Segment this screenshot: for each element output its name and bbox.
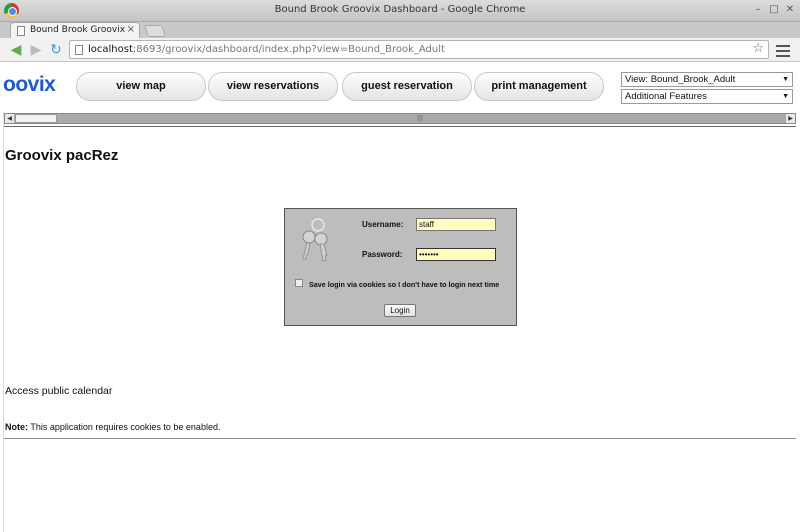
minimize-icon[interactable]: – — [752, 4, 764, 16]
address-url[interactable]: localhost:8693/groovix/dashboard/index.p… — [88, 44, 445, 55]
page-icon — [75, 45, 83, 55]
groovix-logo: oovix — [3, 73, 56, 96]
print-management-button[interactable]: print management — [474, 72, 604, 101]
footer-divider — [4, 438, 796, 439]
dropdown-arrow-icon: ▼ — [782, 93, 789, 100]
address-bar[interactable]: localhost:8693/groovix/dashboard/index.p… — [69, 40, 769, 59]
tab-strip: Bound Brook Groovix Dasł × — [0, 22, 800, 38]
window-titlebar: Bound Brook Groovix Dashboard - Google C… — [0, 0, 800, 22]
app-header: oovix view map view reservations guest r… — [0, 62, 800, 112]
guest-reservation-button[interactable]: guest reservation — [342, 72, 472, 101]
scrollbar-thumb[interactable] — [15, 114, 57, 123]
cookie-note: Note: This application requires cookies … — [5, 422, 221, 432]
keys-icon — [302, 218, 328, 262]
back-icon[interactable]: ◀ — [8, 42, 24, 58]
view-reservations-button[interactable]: view reservations — [208, 72, 338, 101]
page-favicon-icon — [17, 26, 25, 36]
login-panel: Username: staff Password: ••••••• Save l… — [284, 208, 517, 326]
browser-tab[interactable]: Bound Brook Groovix Dasł × — [10, 22, 140, 38]
chrome-menu-icon[interactable] — [776, 42, 790, 58]
dropdown-arrow-icon: ▼ — [782, 76, 789, 83]
username-label: Username: — [362, 220, 404, 229]
close-window-icon[interactable]: ✕ — [784, 4, 796, 16]
reload-icon[interactable]: ↻ — [48, 42, 64, 58]
password-input[interactable]: ••••••• — [416, 248, 496, 261]
view-select[interactable]: View: Bound_Brook_Adult ▼ — [621, 72, 793, 87]
header-divider — [4, 126, 796, 127]
password-label: Password: — [362, 250, 403, 259]
forward-icon[interactable]: ▶ — [28, 42, 44, 58]
scroll-right-icon[interactable]: ▶ — [786, 114, 795, 123]
login-button[interactable]: Login — [384, 304, 416, 317]
view-map-button[interactable]: view map — [76, 72, 206, 101]
remember-label: Save login via cookies so I don't have t… — [309, 280, 500, 289]
new-tab-button[interactable] — [144, 25, 166, 37]
browser-toolbar: ◀ ▶ ↻ localhost:8693/groovix/dashboard/i… — [0, 38, 800, 62]
scrollbar-grip-icon: ||| — [417, 115, 424, 122]
username-input[interactable]: staff — [416, 218, 496, 231]
horizontal-scrollbar[interactable]: ◀ ||| ▶ — [4, 113, 796, 124]
left-frame-edge — [0, 62, 4, 532]
page-title: Groovix pacRez — [5, 147, 119, 164]
window-title: Bound Brook Groovix Dashboard - Google C… — [274, 4, 526, 15]
scroll-left-icon[interactable]: ◀ — [5, 114, 14, 123]
bookmark-star-icon[interactable]: ☆ — [752, 41, 764, 56]
remember-checkbox[interactable] — [295, 279, 303, 287]
tab-close-icon[interactable]: × — [127, 24, 135, 35]
additional-features-select[interactable]: Additional Features ▼ — [621, 89, 793, 104]
tab-title: Bound Brook Groovix Dasł — [30, 25, 126, 35]
public-calendar-link[interactable]: Access public calendar — [5, 385, 112, 397]
maximize-icon[interactable]: □ — [768, 4, 780, 16]
